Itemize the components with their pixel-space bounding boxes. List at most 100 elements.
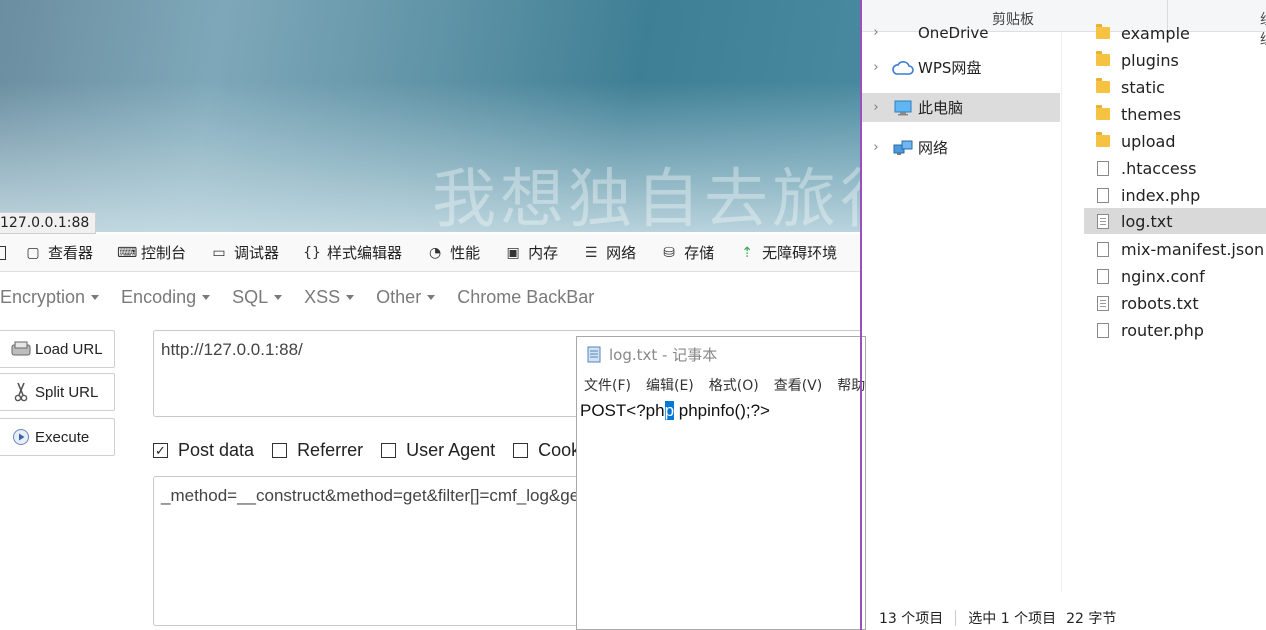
checkbox-checked[interactable]: ✓ bbox=[153, 442, 168, 458]
file-name: static bbox=[1121, 77, 1165, 97]
post-data-checkbox[interactable]: ✓ Post data bbox=[153, 440, 254, 461]
nav-item-wps[interactable]: › WPS网盘 bbox=[862, 53, 1060, 82]
navigation-pane: › OneDrive › WPS网盘 › 此电脑 › 网络 bbox=[862, 24, 1062, 592]
file-name: themes bbox=[1121, 104, 1182, 124]
split-url-label: Split URL bbox=[35, 383, 99, 401]
menu-xss[interactable]: XSS bbox=[304, 286, 355, 308]
list-item[interactable]: upload bbox=[1084, 128, 1266, 154]
tab-label: 调试器 bbox=[234, 244, 280, 262]
browser-background: 我想独自去旅行 bbox=[0, 0, 862, 232]
notepad-text: POST<?ph bbox=[580, 401, 665, 420]
tab-style-editor[interactable]: {} 样式编辑器 bbox=[303, 242, 402, 263]
menu-view[interactable]: 查看(V) bbox=[774, 375, 823, 395]
menu-edit[interactable]: 编辑(E) bbox=[646, 375, 694, 395]
tab-accessibility[interactable]: ⇡ 无障碍环境 bbox=[738, 242, 837, 263]
tab-memory[interactable]: ▣ 内存 bbox=[504, 242, 558, 263]
caret-down-icon bbox=[427, 294, 436, 300]
user-agent-checkbox[interactable]: User Agent bbox=[381, 440, 495, 461]
checkbox-unchecked[interactable] bbox=[513, 442, 529, 458]
menu-sql[interactable]: SQL bbox=[232, 286, 283, 308]
element-picker-icon[interactable] bbox=[0, 245, 6, 260]
hackbar-options: ✓ Post data Referrer User Agent Cookies bbox=[153, 438, 621, 462]
menu-file[interactable]: 文件(F) bbox=[584, 375, 631, 395]
chevron-right-icon[interactable]: › bbox=[862, 140, 890, 155]
tab-label: 内存 bbox=[528, 244, 559, 262]
explorer-status-bar: 13 个项目 选中 1 个项目 22 字节 bbox=[862, 606, 1266, 630]
accessibility-icon: ⇡ bbox=[741, 244, 753, 261]
notepad-selection: p bbox=[664, 401, 675, 420]
menu-encryption[interactable]: Encryption bbox=[0, 287, 100, 308]
chevron-right-icon[interactable]: › bbox=[862, 100, 890, 115]
notepad-title: log.txt - 记事本 bbox=[609, 345, 718, 364]
console-icon: ⌨ bbox=[117, 244, 138, 261]
execute-button[interactable]: Execute bbox=[0, 418, 115, 456]
menu-label: XSS bbox=[304, 286, 341, 307]
list-item-selected[interactable]: log.txt bbox=[1084, 208, 1266, 234]
file-name: nginx.conf bbox=[1121, 266, 1205, 286]
list-item[interactable]: static bbox=[1084, 74, 1266, 100]
list-item[interactable]: themes bbox=[1084, 101, 1266, 127]
tab-performance[interactable]: ◔ 性能 bbox=[426, 242, 480, 263]
chevron-right-icon[interactable]: › bbox=[862, 60, 890, 75]
list-item[interactable]: robots.txt bbox=[1084, 290, 1266, 316]
file-name: plugins bbox=[1121, 50, 1179, 70]
computer-icon bbox=[890, 100, 916, 116]
menu-chrome-backbar[interactable]: Chrome BackBar bbox=[457, 287, 594, 308]
list-item[interactable]: mix-manifest.json bbox=[1084, 236, 1266, 262]
menu-format[interactable]: 格式(O) bbox=[709, 375, 759, 395]
nav-item-this-pc[interactable]: › 此电脑 bbox=[862, 93, 1060, 122]
load-url-button[interactable]: Load URL bbox=[0, 330, 115, 368]
tab-debugger[interactable]: ▭ 调试器 bbox=[210, 242, 279, 263]
tab-inspector[interactable]: ▢ 查看器 bbox=[24, 242, 93, 263]
file-icon bbox=[1092, 160, 1113, 176]
hackbar-menu: Encryption Encoding SQL XSS Other Chrome… bbox=[0, 278, 862, 316]
selected-count: 选中 1 个项目 bbox=[968, 611, 1057, 627]
file-name: mix-manifest.json bbox=[1121, 239, 1265, 259]
tab-console[interactable]: ⌨ 控制台 bbox=[117, 242, 186, 263]
list-item[interactable]: nginx.conf bbox=[1084, 263, 1266, 289]
list-item[interactable]: index.php bbox=[1084, 182, 1266, 208]
file-name: .htaccess bbox=[1121, 158, 1197, 178]
file-explorer: 剪贴板 组织 › OneDrive › WPS网盘 › 此电脑 › bbox=[862, 0, 1266, 630]
storage-icon: ⛁ bbox=[663, 244, 675, 261]
notepad-window[interactable]: log.txt - 记事本 文件(F) 编辑(E) 格式(O) 查看(V) 帮助… bbox=[576, 336, 866, 630]
text-file-icon bbox=[1092, 295, 1113, 311]
list-item[interactable]: .htaccess bbox=[1084, 155, 1266, 181]
menu-label: Other bbox=[376, 286, 422, 307]
tab-network[interactable]: ☰ 网络 bbox=[582, 242, 636, 263]
menu-encoding[interactable]: Encoding bbox=[121, 287, 211, 308]
menu-other[interactable]: Other bbox=[376, 286, 436, 308]
browser-status-url: 127.0.0.1:88 bbox=[0, 212, 97, 234]
notepad-icon bbox=[585, 345, 603, 363]
wallpaper-watermark: 我想独自去旅行 bbox=[432, 163, 862, 232]
caret-down-icon bbox=[346, 294, 355, 300]
menu-label: SQL bbox=[232, 286, 269, 307]
tab-label: 存储 bbox=[684, 244, 715, 262]
file-icon bbox=[1092, 187, 1113, 203]
memory-icon: ▣ bbox=[506, 244, 520, 261]
list-item[interactable]: example bbox=[1084, 20, 1266, 46]
nav-item-network[interactable]: › 网络 bbox=[862, 133, 1060, 162]
file-name: log.txt bbox=[1121, 211, 1173, 231]
notepad-text-area[interactable]: POST<?php phpinfo();?> bbox=[577, 399, 865, 423]
checkbox-unchecked[interactable] bbox=[272, 442, 288, 458]
scissors-icon bbox=[11, 382, 31, 402]
list-item[interactable]: router.php bbox=[1084, 317, 1266, 343]
nav-label: OneDrive bbox=[918, 23, 989, 42]
notepad-titlebar[interactable]: log.txt - 记事本 bbox=[577, 337, 865, 371]
tab-label: 样式编辑器 bbox=[327, 244, 403, 262]
cloud-icon bbox=[890, 60, 916, 75]
chevron-right-icon[interactable]: › bbox=[862, 25, 890, 40]
file-name: index.php bbox=[1121, 185, 1201, 205]
nav-item-onedrive[interactable]: › OneDrive bbox=[862, 18, 1060, 47]
caret-down-icon bbox=[274, 294, 283, 300]
style-editor-icon: {} bbox=[303, 244, 321, 261]
list-item[interactable]: plugins bbox=[1084, 47, 1266, 73]
notepad-text: phpinfo();?> bbox=[674, 401, 770, 420]
tab-storage[interactable]: ⛁ 存储 bbox=[660, 242, 714, 263]
split-url-button[interactable]: Split URL bbox=[0, 373, 115, 411]
referrer-checkbox[interactable]: Referrer bbox=[272, 440, 363, 461]
checkbox-unchecked[interactable] bbox=[381, 442, 397, 458]
play-icon bbox=[11, 428, 31, 446]
notepad-menubar: 文件(F) 编辑(E) 格式(O) 查看(V) 帮助(H) bbox=[577, 371, 865, 399]
